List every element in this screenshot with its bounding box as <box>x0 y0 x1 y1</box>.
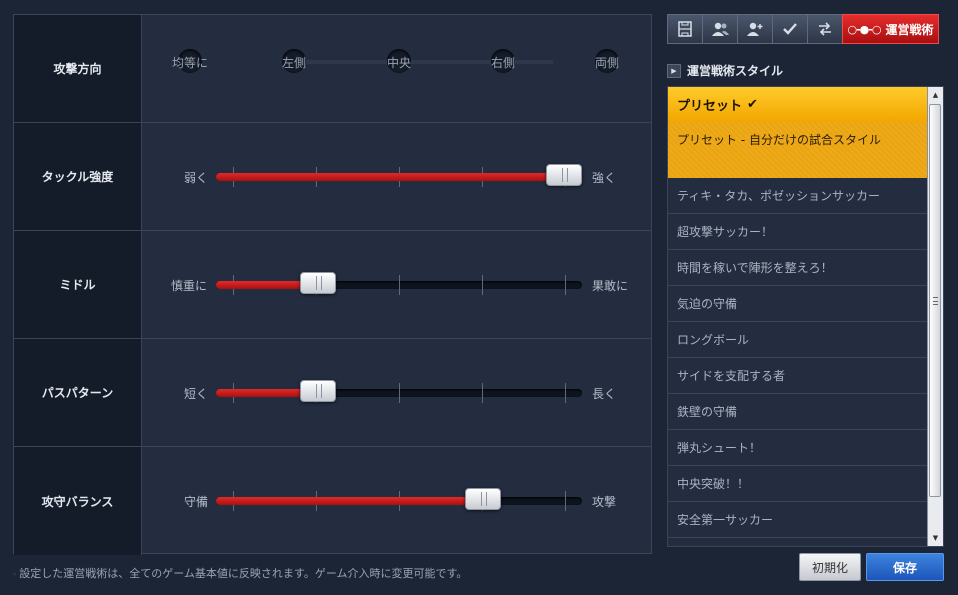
check-icon: ✔ <box>747 97 758 112</box>
slider-fill <box>216 497 483 505</box>
slider-tick <box>565 491 566 511</box>
direction-option-center[interactable]: 中央 <box>369 49 429 73</box>
footnote-text: 設定した運営戦術は、全てのゲーム基本値に反映されます。ゲーム介入時に変更可能です… <box>19 567 468 580</box>
slider-thumb[interactable] <box>465 488 501 510</box>
row-content: 慎重に 果敢に <box>143 231 651 338</box>
slider-min-label: 慎重に <box>170 279 208 293</box>
row-content: 守備 攻撃 <box>143 447 651 555</box>
slider-max-label: 長く <box>591 387 617 401</box>
swap-icon <box>819 22 831 36</box>
slider-thumb[interactable] <box>546 164 582 186</box>
direction-option-even[interactable]: 均等に <box>160 49 220 73</box>
row-content: 短く 長く <box>143 339 651 446</box>
slider-tick <box>565 383 566 403</box>
slider-thumb[interactable] <box>300 380 336 402</box>
add-player-button[interactable] <box>737 14 773 44</box>
row-label: ミドル <box>14 231 142 338</box>
list-item[interactable]: 超攻撃サッカー！ <box>668 214 927 250</box>
slider-tick <box>482 383 483 403</box>
formation-button[interactable] <box>667 14 703 44</box>
pass-pattern-slider[interactable] <box>216 380 582 403</box>
list-item[interactable]: サイドを支配する者 <box>668 358 927 394</box>
direction-label: 均等に <box>171 56 208 70</box>
tactics-style-list: プリセット ✔ プリセット - 自分だけの試合スタイル ティキ・タカ、ポゼッショ… <box>667 86 944 547</box>
tackle-strength-slider[interactable] <box>216 164 582 187</box>
row-content: 弱く 強く <box>143 123 651 230</box>
confirm-button[interactable] <box>772 14 808 44</box>
slider-max-label: 強く <box>591 171 617 185</box>
slider-min-label: 守備 <box>183 495 209 509</box>
slider-max-label: 果敢に <box>591 279 629 293</box>
scroll-up-icon[interactable]: ▲ <box>928 87 943 103</box>
midfield-slider[interactable] <box>216 272 582 295</box>
tactics-tab[interactable]: ○-●-○ 運営戦術 <box>842 14 939 44</box>
attack-defense-balance-row: 攻守バランス 守備 攻撃 <box>14 447 651 555</box>
save-button[interactable]: 保存 <box>866 553 944 581</box>
slider-thumb[interactable] <box>300 272 336 294</box>
list-item[interactable]: 鉄壁の守備 <box>668 394 927 430</box>
direction-label: 左側 <box>281 56 306 70</box>
attack-direction-row: 攻撃方向 均等に 左側 中央 右側 両側 <box>14 15 651 123</box>
grip-icon <box>933 297 938 305</box>
selected-style-title: プリセット <box>677 99 743 114</box>
selected-style-description: プリセット - 自分だけの試合スタイル <box>668 122 927 178</box>
direction-label: 両側 <box>594 56 619 70</box>
direction-option-both[interactable]: 両側 <box>577 49 637 73</box>
attack-defense-balance-slider[interactable] <box>216 488 582 511</box>
style-header: ▶ 運営戦術スタイル <box>667 62 783 79</box>
slider-max-label: 攻撃 <box>591 495 617 509</box>
row-label: 攻撃方向 <box>14 15 142 122</box>
direction-label: 右側 <box>490 56 515 70</box>
list-item[interactable]: 気迫の守備 <box>668 286 927 322</box>
formation-icon <box>678 21 692 37</box>
swap-button[interactable] <box>807 14 843 44</box>
list-item[interactable]: 時間を稼いで陣形を整えろ！ <box>668 250 927 286</box>
slider-tick <box>482 275 483 295</box>
slider-fill <box>216 173 564 181</box>
attack-direction-options: 均等に 左側 中央 右側 両側 <box>143 15 651 122</box>
pass-pattern-row: パスパターン 短く 長く <box>14 339 651 447</box>
list-scrollbar[interactable]: ▲ ▼ <box>927 87 943 546</box>
footnote: ◦ 設定した運営戦術は、全てのゲーム基本値に反映されます。ゲーム介入時に変更可能… <box>12 567 468 580</box>
list-item[interactable]: ロングボール <box>668 322 927 358</box>
list-item[interactable]: 安全第一サッカー <box>668 502 927 538</box>
arrow-right-icon: ▶ <box>667 63 681 78</box>
slider-tick <box>399 275 400 295</box>
reset-button[interactable]: 初期化 <box>799 553 861 581</box>
tactics-settings-panel: 攻撃方向 均等に 左側 中央 右側 両側 タックル強度 弱く 強く ミドル 慎重… <box>13 14 652 555</box>
slider-min-label: 弱く <box>183 171 209 185</box>
scrollbar-thumb[interactable] <box>929 104 941 497</box>
row-label: パスパターン <box>14 339 142 446</box>
selected-style-item[interactable]: プリセット ✔ <box>668 87 927 122</box>
tactics-tab-label: 運営戦術 <box>885 22 934 37</box>
style-panel-title: 運営戦術スタイル <box>687 64 784 78</box>
players-button[interactable] <box>702 14 738 44</box>
slider-tick <box>399 383 400 403</box>
row-label: タックル強度 <box>14 123 142 230</box>
list-item[interactable]: ティキ・タカ、ポゼッションサッカー <box>668 178 927 214</box>
add-player-icon <box>747 22 763 36</box>
direction-label: 中央 <box>386 56 411 70</box>
list-item[interactable]: 弾丸シュート！ <box>668 430 927 466</box>
tackle-strength-row: タックル強度 弱く 強く <box>14 123 651 231</box>
midfield-row: ミドル 慎重に 果敢に <box>14 231 651 339</box>
direction-option-right[interactable]: 右側 <box>473 49 533 73</box>
slider-tick <box>565 275 566 295</box>
direction-option-left[interactable]: 左側 <box>264 49 324 73</box>
list-item[interactable]: 中央突破！！ <box>668 466 927 502</box>
scroll-down-icon[interactable]: ▼ <box>928 530 943 546</box>
toolbar: ○-●-○ 運営戦術 <box>667 14 939 44</box>
check-icon <box>783 23 797 35</box>
tactics-icon: ○-●-○ <box>847 22 882 36</box>
row-label: 攻守バランス <box>14 447 142 555</box>
slider-min-label: 短く <box>183 387 209 401</box>
players-icon <box>712 22 729 36</box>
